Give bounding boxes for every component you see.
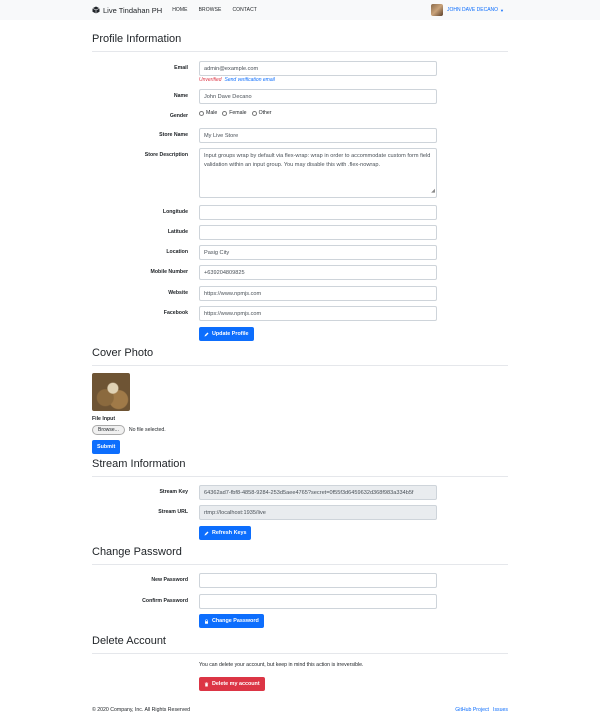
website-field[interactable]: https://www.npmjs.com: [199, 286, 437, 301]
store-name-field[interactable]: My Live Store: [199, 128, 437, 143]
pencil-icon: [204, 332, 209, 336]
longitude-field[interactable]: [199, 205, 437, 220]
gender-other-radio[interactable]: Other: [251, 110, 272, 116]
stream-key-label: Stream Key: [159, 489, 188, 495]
gender-female-radio[interactable]: Female: [222, 110, 247, 116]
resize-handle-icon[interactable]: ◢: [431, 187, 435, 196]
stream-url-label: Stream URL: [158, 509, 188, 515]
divider: [92, 564, 508, 565]
send-verification-link[interactable]: Send verification email: [225, 77, 275, 83]
gender-radio-group: Male Female Other: [199, 110, 272, 116]
store-description-textarea[interactable]: Input groups wrap by default via flex-wr…: [199, 148, 437, 198]
confirm-password-field[interactable]: [199, 594, 437, 609]
confirm-password-label: Confirm Password: [142, 598, 188, 604]
delete-account-label: Delete my account: [212, 681, 260, 687]
refresh-keys-label: Refresh Keys: [212, 530, 247, 536]
store-description-text: Input groups wrap by default via flex-wr…: [204, 153, 431, 168]
mobile-field[interactable]: +639204809825: [199, 265, 437, 280]
stream-url-field[interactable]: rtmp://localhost:1935/live: [199, 505, 437, 520]
cube-icon: [92, 6, 100, 14]
password-heading: Change Password: [92, 546, 182, 558]
nav-link-home[interactable]: HOME: [172, 7, 187, 13]
chevron-down-icon: ▼: [500, 7, 504, 13]
gender-male-label: Male: [206, 110, 218, 116]
profile-heading: Profile Information: [92, 33, 182, 45]
email-label: Email: [174, 65, 188, 71]
new-password-label: New Password: [151, 577, 188, 583]
submit-label: Submit: [97, 444, 116, 450]
facebook-field[interactable]: https://www.npmjs.com: [199, 306, 437, 321]
cover-photo-image: [92, 373, 130, 411]
user-menu[interactable]: JOHN DAVE DECANO ▼: [431, 4, 504, 16]
mobile-label: Mobile Number: [150, 269, 188, 275]
change-password-label: Change Password: [212, 618, 259, 624]
pencil-icon: [204, 531, 209, 535]
refresh-keys-button[interactable]: Refresh Keys: [199, 526, 252, 540]
longitude-label: Longitude: [162, 209, 188, 215]
latitude-field[interactable]: [199, 225, 437, 240]
update-profile-button[interactable]: Update Profile: [199, 327, 254, 341]
avatar: [431, 4, 443, 16]
footer-links: GitHub Project Issues: [455, 707, 508, 713]
issues-link[interactable]: Issues: [493, 707, 508, 713]
browse-button[interactable]: Browse...: [92, 425, 125, 435]
gender-label: Gender: [169, 113, 188, 119]
divider: [92, 476, 508, 477]
location-field[interactable]: Pasig City: [199, 245, 437, 260]
email-field[interactable]: admin@example.com: [199, 61, 437, 76]
update-profile-label: Update Profile: [212, 331, 249, 337]
radio-icon: [199, 110, 204, 116]
divider: [92, 653, 508, 654]
store-name-label: Store Name: [159, 132, 188, 138]
unverified-text: Unverified: [199, 77, 222, 83]
website-label: Website: [168, 290, 188, 296]
user-name: JOHN DAVE DECANO: [447, 7, 499, 13]
divider: [92, 51, 508, 52]
cover-heading: Cover Photo: [92, 347, 154, 359]
gender-other-label: Other: [258, 110, 272, 116]
radio-icon: [251, 110, 257, 116]
gender-female-label: Female: [229, 110, 247, 116]
store-description-label: Store Description: [144, 152, 188, 158]
brand[interactable]: Live Tindahan PH: [92, 6, 162, 15]
stream-key-field[interactable]: 64362ad7-fbf8-4858-9284-253d5aee4765?sec…: [199, 485, 437, 500]
facebook-label: Facebook: [163, 310, 188, 316]
file-input: Browse... No file selected.: [92, 425, 166, 435]
change-password-button[interactable]: Change Password: [199, 614, 264, 628]
delete-heading: Delete Account: [92, 635, 166, 647]
gender-male-radio[interactable]: Male: [199, 110, 217, 116]
github-project-link[interactable]: GitHub Project: [455, 707, 489, 713]
nav-link-contact[interactable]: CONTACT: [232, 7, 257, 13]
trash-icon: [204, 681, 209, 686]
footer: © 2020 Company, Inc. All Rights Reserved…: [92, 707, 508, 713]
latitude-label: Latitude: [167, 229, 188, 235]
stream-heading: Stream Information: [92, 458, 186, 470]
name-field[interactable]: John Dave Decano: [199, 89, 437, 104]
submit-button[interactable]: Submit: [92, 440, 121, 454]
new-password-field[interactable]: [199, 573, 437, 588]
divider: [92, 365, 508, 366]
name-label: Name: [173, 93, 188, 99]
nav-link-browse[interactable]: BROWSE: [199, 7, 222, 13]
delete-account-button[interactable]: Delete my account: [199, 677, 265, 691]
file-status: No file selected.: [128, 427, 166, 433]
file-input-label: File Input: [92, 416, 116, 422]
nav-links: HOME BROWSE CONTACT: [172, 7, 257, 13]
copyright: © 2020 Company, Inc. All Rights Reserved: [92, 707, 191, 713]
brand-label: Live Tindahan PH: [103, 5, 163, 15]
delete-note: You can delete your account, but keep in…: [199, 662, 364, 668]
lock-icon: [205, 618, 208, 624]
location-label: Location: [166, 249, 188, 255]
navbar: Live Tindahan PH HOME BROWSE CONTACT JOH…: [0, 0, 600, 20]
verification-status: Unverified Send verification email: [199, 77, 275, 83]
radio-icon: [222, 110, 228, 116]
